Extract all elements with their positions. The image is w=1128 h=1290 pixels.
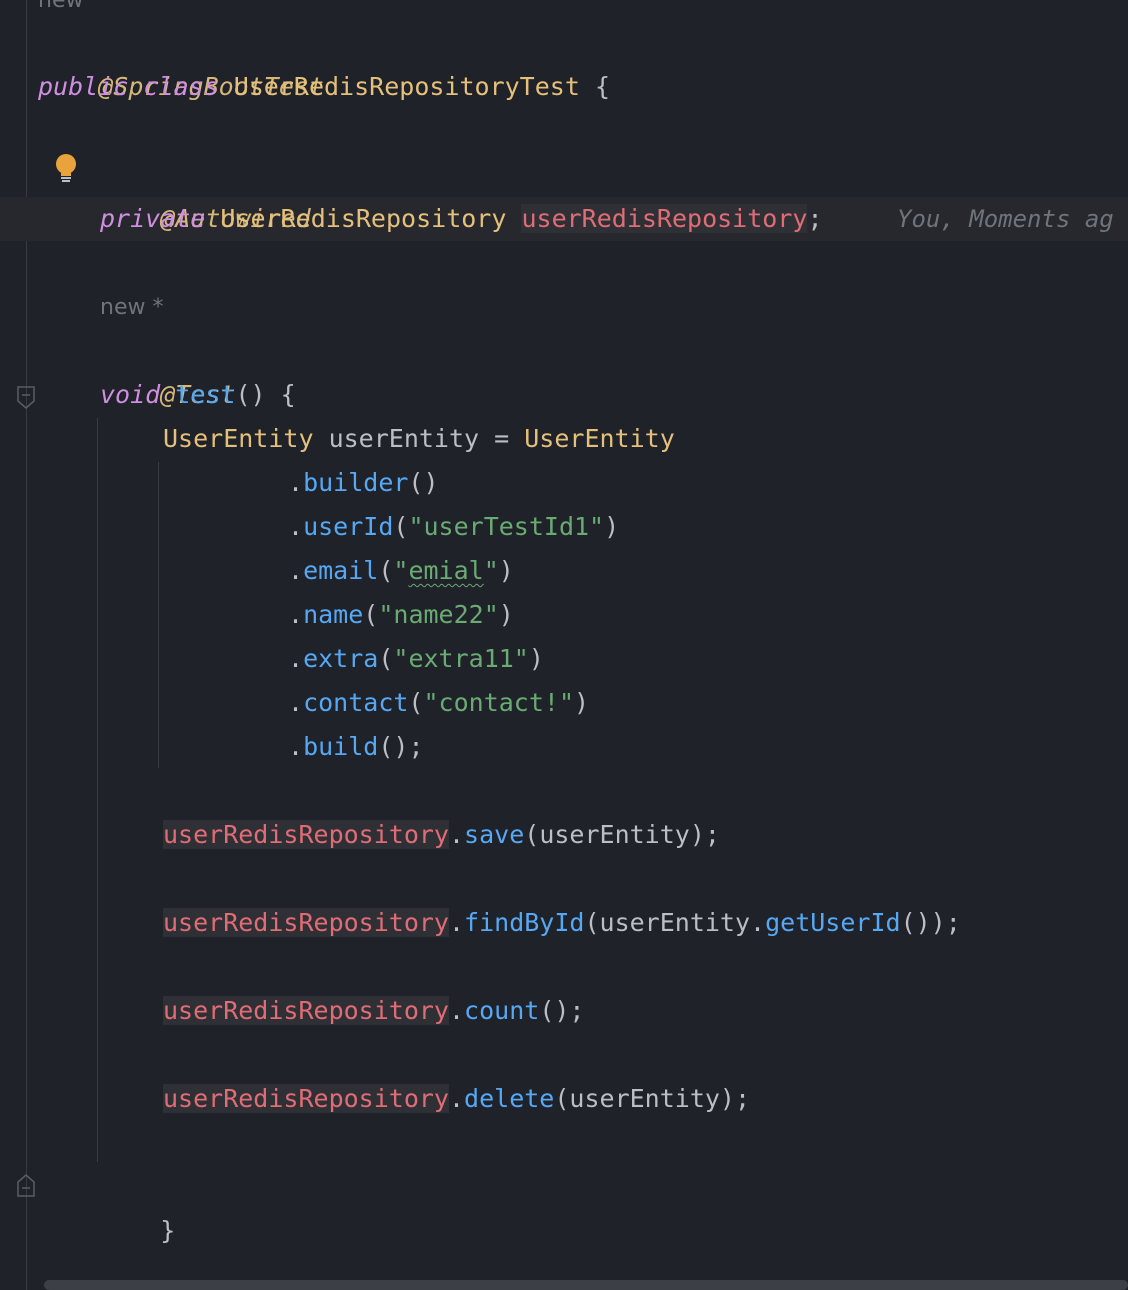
arguments: (userEntity); (524, 820, 720, 849)
code-line[interactable]: userRedisRepository.save(userEntity); (163, 813, 720, 857)
code-line[interactable]: userRedisRepository.count(); (163, 989, 584, 1033)
keyword: class (143, 72, 219, 101)
brace: } (160, 1216, 176, 1245)
dot: . (288, 600, 304, 629)
field-reference: userRedisRepository (163, 908, 449, 937)
field-name: userRedisRepository (521, 204, 808, 233)
method-name: test (175, 380, 236, 409)
dot: . (288, 512, 304, 541)
field-reference: userRedisRepository (163, 1084, 449, 1113)
brace: { (594, 72, 611, 101)
code-line[interactable]: .name("name22") (288, 593, 514, 637)
paren: ); (393, 732, 424, 761)
paren: ( (363, 600, 379, 629)
method-call: name (303, 600, 364, 629)
dot: . (448, 908, 465, 937)
field-reference: userRedisRepository (163, 996, 449, 1025)
string-literal: "contact!" (423, 688, 574, 717)
code-line[interactable]: .build(); (288, 725, 424, 769)
keyword: public (38, 72, 129, 101)
paren: ( (378, 644, 394, 673)
dot: . (448, 820, 465, 849)
method-call: getUserId (765, 908, 901, 937)
code-line[interactable]: } (100, 1165, 175, 1245)
arguments: ()); (900, 908, 961, 937)
type-name: UserEntity (524, 424, 675, 453)
string-quote: " (483, 556, 499, 585)
paren: ) (498, 556, 514, 585)
dot: . (288, 644, 304, 673)
string-literal: "userTestId1" (408, 512, 605, 541)
type-name: UserRedisRepository (220, 204, 507, 233)
code-line[interactable]: private UserRedisRepository userRedisRep… (100, 197, 823, 241)
gutter-divider (26, 0, 27, 1290)
code-line[interactable]: @Test (100, 329, 235, 409)
fold-marker-icon[interactable] (16, 385, 36, 411)
keyword: private (100, 204, 206, 233)
lightbulb-icon[interactable] (53, 153, 79, 185)
code-line[interactable]: .email("emial") (288, 549, 514, 593)
type-name: UserEntity (163, 424, 314, 453)
method-call: email (303, 556, 379, 585)
fold-marker-icon[interactable] (16, 1172, 36, 1198)
string-literal: "extra11" (393, 644, 529, 673)
dot: . (448, 996, 465, 1025)
code-line[interactable]: .extra("extra11") (288, 637, 544, 681)
code-line[interactable]: .contact("contact!") (288, 681, 589, 725)
paren: ( (378, 732, 394, 761)
method-call: extra (303, 644, 379, 673)
class-name: UserRedisRepositoryTest (233, 72, 580, 101)
punctuation: () { (235, 380, 296, 409)
paren: ) (423, 468, 439, 497)
method-call: save (464, 820, 525, 849)
string-quote: " (393, 556, 409, 585)
dot: . (448, 1084, 465, 1113)
code-line[interactable]: @SpringBootTest (38, 21, 324, 101)
method-call: delete (464, 1084, 555, 1113)
paren: ) (604, 512, 620, 541)
arguments: (userEntity. (584, 908, 766, 937)
field-reference: userRedisRepository (163, 820, 449, 849)
indent-guide (97, 418, 98, 1162)
code-line[interactable]: void test() { (100, 373, 296, 417)
arguments: (); (539, 996, 585, 1025)
typo-string[interactable]: emial (408, 556, 483, 585)
dot: . (288, 732, 304, 761)
inline-blame-annotation[interactable]: You, Moments ag (897, 197, 1114, 241)
dot: . (288, 688, 304, 717)
method-call: findById (464, 908, 585, 937)
code-line[interactable]: .builder() (288, 461, 439, 505)
indent-guide (158, 462, 159, 768)
paren: ) (498, 600, 514, 629)
code-line[interactable]: public class UserRedisRepositoryTest { (38, 65, 610, 109)
string-literal: "name22" (378, 600, 499, 629)
dot: . (288, 556, 304, 585)
method-call: count (464, 996, 540, 1025)
arguments: (userEntity); (554, 1084, 751, 1113)
code-vision-hint[interactable]: new * (100, 293, 163, 323)
code-line[interactable]: @Autowired (100, 153, 311, 233)
paren: ( (408, 688, 424, 717)
paren: ( (378, 556, 394, 585)
code-line[interactable]: userRedisRepository.delete(userEntity); (163, 1077, 750, 1121)
code-line[interactable]: userRedisRepository.findById(userEntity.… (163, 901, 961, 945)
code-vision-hint[interactable]: new (38, 0, 83, 16)
code-line[interactable]: UserEntity userEntity = UserEntity (163, 417, 675, 461)
method-call: contact (303, 688, 409, 717)
operator: = (479, 424, 525, 453)
horizontal-scrollbar[interactable] (44, 1280, 1128, 1290)
keyword: void (100, 380, 161, 409)
code-editor[interactable]: new @SpringBootTest public class UserRed… (0, 0, 1128, 1290)
dot: . (288, 468, 304, 497)
method-call: builder (303, 468, 409, 497)
method-call: build (303, 732, 379, 761)
variable-name: userEntity (328, 424, 480, 453)
paren: ( (408, 468, 424, 497)
method-call: userId (303, 512, 394, 541)
paren: ) (574, 688, 590, 717)
semicolon: ; (807, 204, 823, 233)
paren: ) (528, 644, 544, 673)
paren: ( (393, 512, 409, 541)
code-line[interactable]: .userId("userTestId1") (288, 505, 619, 549)
